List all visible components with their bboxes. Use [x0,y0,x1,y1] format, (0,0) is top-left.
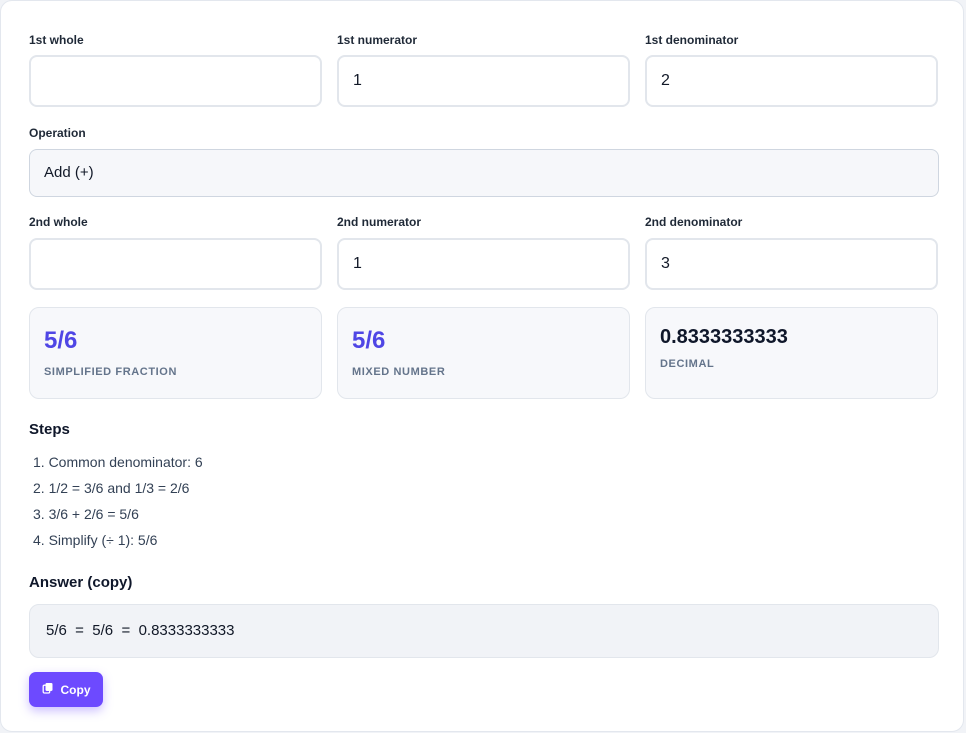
second-whole-field: 2nd whole [29,213,322,290]
simplified-fraction-card: 5/6 SIMPLIFIED FRACTION [29,307,322,399]
step-item: 1. Common denominator: 6 [33,454,203,470]
first-denominator-field: 1st denominator [645,31,938,107]
second-denominator-label: 2nd denominator [645,215,743,229]
first-numerator-input[interactable] [337,55,630,107]
first-denominator-label: 1st denominator [645,33,739,47]
first-whole-label: 1st whole [29,33,84,47]
first-numerator-field: 1st numerator [337,31,630,107]
mixed-number-label: MIXED NUMBER [352,366,446,378]
calculator-card: 1st whole 1st numerator 1st denominator … [0,0,964,732]
simplified-fraction-label: SIMPLIFIED FRACTION [44,366,178,378]
first-fraction-row: 1st whole 1st numerator 1st denominator [29,31,939,107]
steps-title: Steps [29,421,70,438]
decimal-label: DECIMAL [660,358,715,370]
mixed-number-card: 5/6 MIXED NUMBER [337,307,630,399]
second-denominator-input[interactable] [645,238,938,290]
simplified-fraction-value: 5/6 [44,327,78,354]
copy-icon [42,682,54,697]
answer-box[interactable]: 5/6 = 5/6 = 0.8333333333 [29,604,939,658]
first-whole-input[interactable] [29,55,322,107]
first-whole-field: 1st whole [29,31,322,107]
steps-list: 1. Common denominator: 6 2. 1/2 = 3/6 an… [33,451,203,555]
second-fraction-row: 2nd whole 2nd numerator 2nd denominator [29,213,939,290]
decimal-card: 0.8333333333 DECIMAL [645,307,938,399]
operation-select[interactable]: Add (+) [29,149,939,197]
second-whole-input[interactable] [29,238,322,290]
second-numerator-field: 2nd numerator [337,213,630,290]
decimal-value: 0.8333333333 [660,326,788,348]
operation-label: Operation [29,126,86,140]
first-numerator-label: 1st numerator [337,33,418,47]
first-denominator-input[interactable] [645,55,938,107]
mixed-number-value: 5/6 [352,327,386,354]
second-denominator-field: 2nd denominator [645,213,938,290]
second-whole-label: 2nd whole [29,215,88,229]
answer-title: Answer (copy) [29,574,133,591]
second-numerator-label: 2nd numerator [337,215,422,229]
second-numerator-input[interactable] [337,238,630,290]
copy-button-label: Copy [60,682,91,697]
step-item: 2. 1/2 = 3/6 and 1/3 = 2/6 [33,480,190,496]
step-item: 3. 3/6 + 2/6 = 5/6 [33,506,139,522]
step-item: 4. Simplify (÷ 1): 5/6 [33,532,158,548]
results-row: 5/6 SIMPLIFIED FRACTION 5/6 MIXED NUMBER… [29,307,939,399]
copy-button[interactable]: Copy [29,672,103,707]
